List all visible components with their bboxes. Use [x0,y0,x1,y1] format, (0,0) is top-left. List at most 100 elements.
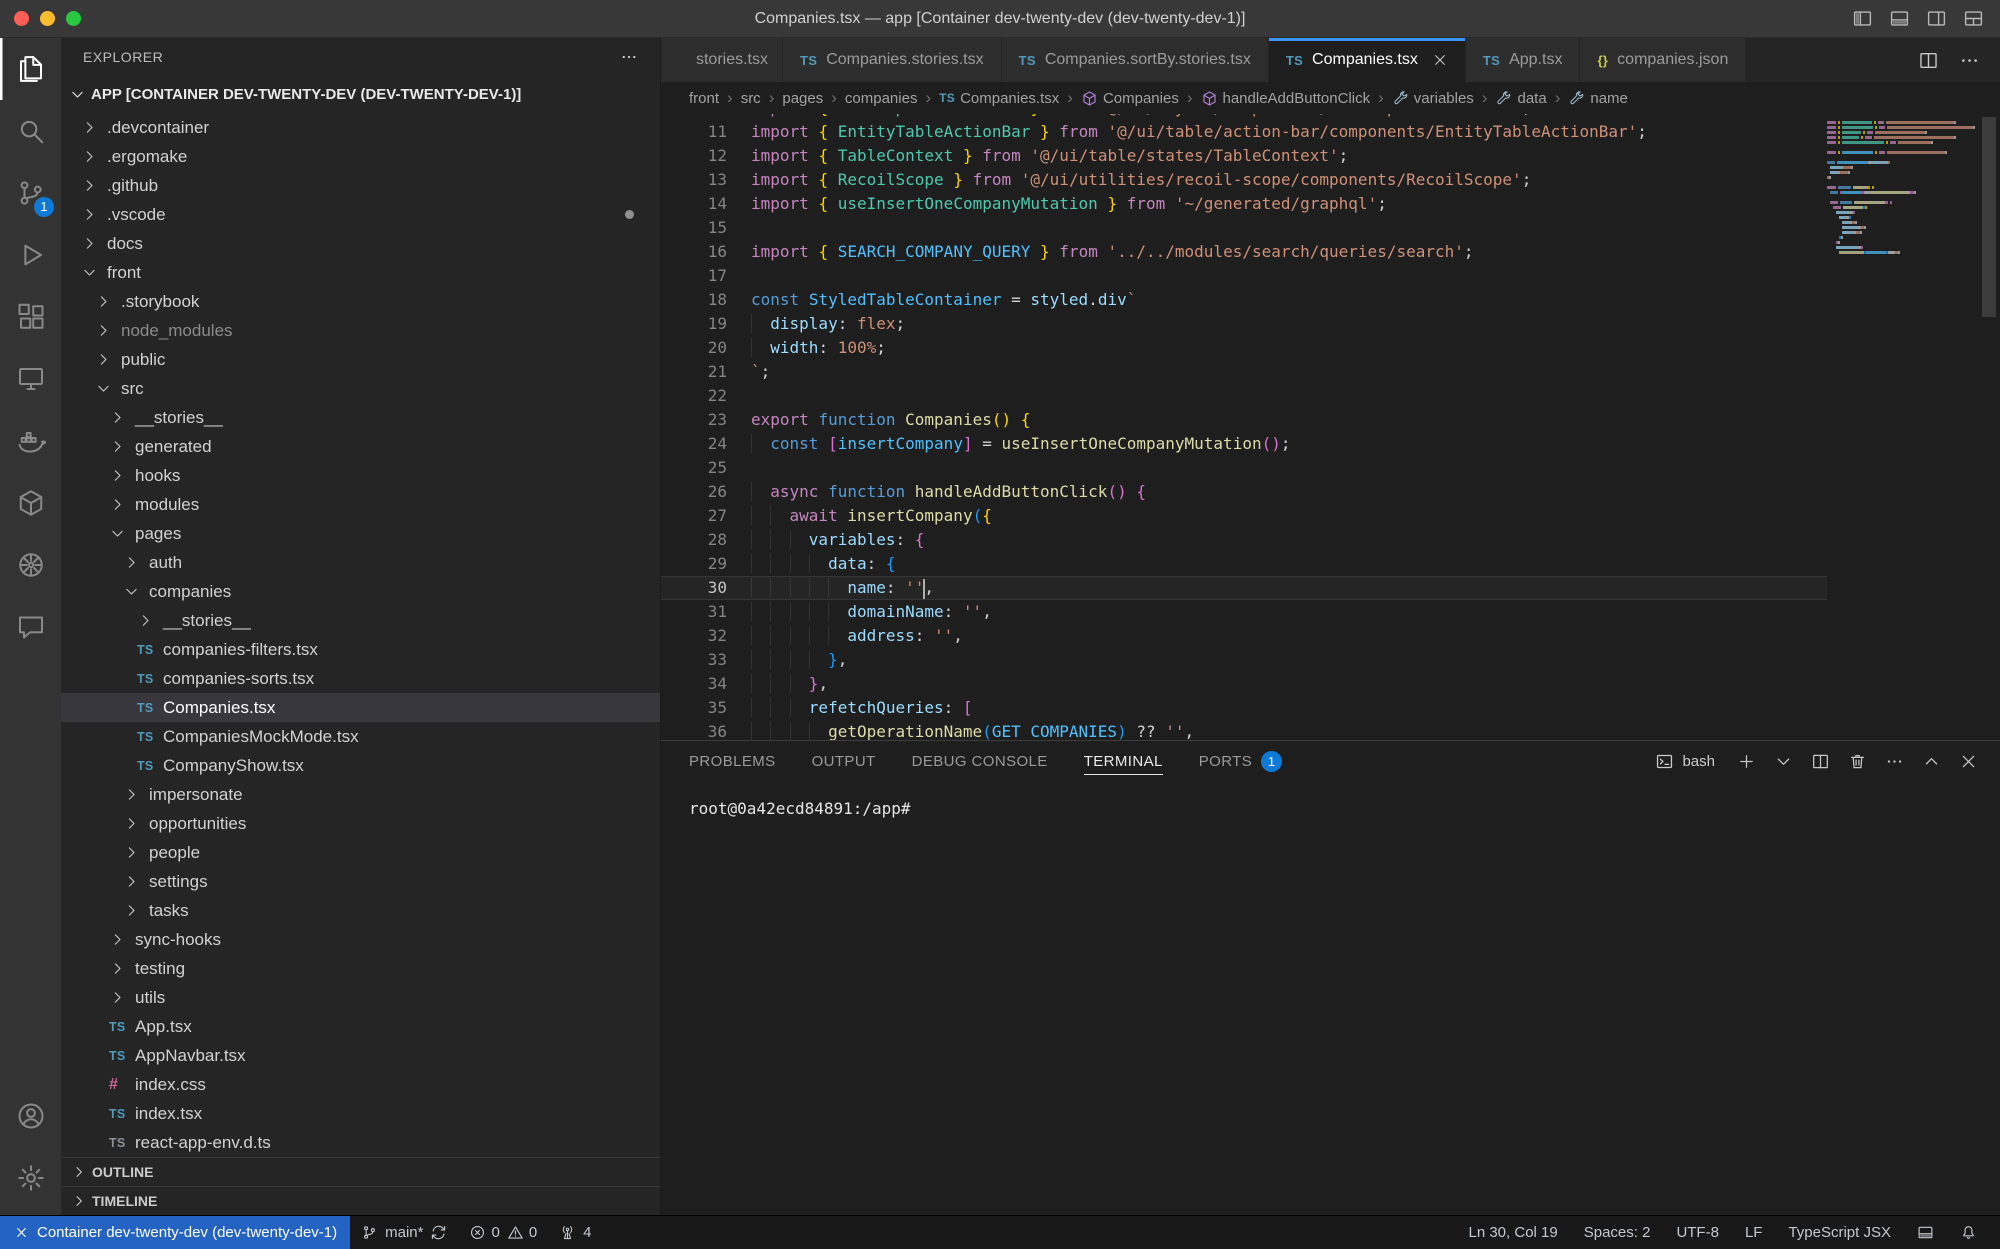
tree-item-index.css[interactable]: #index.css [61,1070,660,1099]
tree-item-sync-hooks[interactable]: sync-hooks [61,925,660,954]
toggle-secondary-sidebar-icon[interactable] [1926,8,1947,29]
breadcrumb-variables[interactable]: variables [1392,90,1474,107]
code-line-19[interactable]: 19 display: flex; [661,312,1827,336]
code-line-20[interactable]: 20 width: 100%; [661,336,1827,360]
customize-layout-icon[interactable] [1963,8,1984,29]
tree-item-Companies.tsx[interactable]: TSCompanies.tsx [61,693,660,722]
tree-item-utils[interactable]: utils [61,983,660,1012]
tree-item-settings[interactable]: settings [61,867,660,896]
close-window-button[interactable] [14,11,29,26]
cursor-position-item[interactable]: Ln 30, Col 19 [1457,1216,1568,1249]
source-control-icon[interactable]: 1 [0,162,61,224]
tree-item-tasks[interactable]: tasks [61,896,660,925]
breadcrumb-handleAddButtonClick[interactable]: handleAddButtonClick [1201,90,1371,107]
tree-item-CompanyShow.tsx[interactable]: TSCompanyShow.tsx [61,751,660,780]
code-line-27[interactable]: 27 await insertCompany({ [661,504,1827,528]
language-mode-item[interactable]: TypeScript JSX [1777,1216,1902,1249]
terminal-shell-selector[interactable]: bash [1655,752,1715,771]
tree-item-generated[interactable]: generated [61,432,660,461]
tree-item-index.tsx[interactable]: TSindex.tsx [61,1099,660,1128]
kill-terminal-icon[interactable] [1848,752,1867,771]
code-line-23[interactable]: 23export function Companies() { [661,408,1827,432]
close-tab-icon[interactable] [1432,52,1448,68]
tab-App.tsx[interactable]: TSApp.tsx [1466,38,1581,82]
code-line-15[interactable]: 15 [661,216,1827,240]
eol-item[interactable]: LF [1734,1216,1774,1249]
breadcrumb-Companies[interactable]: Companies [1081,90,1179,107]
code-area[interactable]: 10import { WithTopBarContainer } from '@… [661,114,1827,740]
breadcrumb-Companies.tsx[interactable]: TSCompanies.tsx [939,90,1059,107]
code-line-33[interactable]: 33 }, [661,648,1827,672]
code-line-14[interactable]: 14import { useInsertOneCompanyMutation }… [661,192,1827,216]
panel-tab-debug-console[interactable]: DEBUG CONSOLE [912,741,1048,781]
code-line-12[interactable]: 12import { TableContext } from '@/ui/tab… [661,144,1827,168]
accounts-icon[interactable] [0,1085,61,1147]
zoom-window-button[interactable] [66,11,81,26]
comments-icon[interactable] [0,596,61,658]
tab-Companies.stories.tsx[interactable]: TSCompanies.stories.tsx [783,38,1002,82]
explorer-more-actions-icon[interactable] [620,48,638,66]
tree-item-hooks[interactable]: hooks [61,461,660,490]
tree-item-auth[interactable]: auth [61,548,660,577]
tree-item-docs[interactable]: docs [61,229,660,258]
tree-item-opportunities[interactable]: opportunities [61,809,660,838]
window-controls[interactable] [14,11,81,26]
code-line-30[interactable]: 30 name: '', [661,576,1827,600]
tree-item-pages[interactable]: pages [61,519,660,548]
workspace-section-header[interactable]: APP [CONTAINER DEV-TWENTY-DEV (DEV-TWENT… [61,76,660,113]
git-branch-item[interactable]: main* [350,1216,458,1249]
tree-item-companies-filters.tsx[interactable]: TScompanies-filters.tsx [61,635,660,664]
code-line-29[interactable]: 29 data: { [661,552,1827,576]
scrollbar-thumb[interactable] [1982,117,1996,317]
timeline-section-header[interactable]: TIMELINE [61,1186,660,1215]
tree-item-.vscode[interactable]: .vscode [61,200,660,229]
forwarded-ports-item[interactable]: 4 [548,1216,602,1249]
minimap[interactable] [1827,114,1977,740]
maximize-panel-icon[interactable] [1922,752,1941,771]
extensions-icon[interactable] [0,286,61,348]
code-line-21[interactable]: 21`; [661,360,1827,384]
toggle-panel-icon[interactable] [1889,8,1910,29]
tree-item-companies[interactable]: companies [61,577,660,606]
tree-item-.ergomake[interactable]: .ergomake [61,142,660,171]
breadcrumb-companies[interactable]: companies [845,90,918,107]
breadcrumb-src[interactable]: src [741,90,761,107]
code-line-22[interactable]: 22 [661,384,1827,408]
tab-stories.tsx[interactable]: stories.tsx [661,38,783,82]
terminal-content[interactable]: root@0a42ecd84891:/app# [661,781,2000,1215]
split-editor-icon[interactable] [1918,50,1939,71]
code-line-32[interactable]: 32 address: '', [661,624,1827,648]
code-line-25[interactable]: 25 [661,456,1827,480]
editor-scrollbar[interactable] [1977,114,2000,740]
code-line-24[interactable]: 24 const [insertCompany] = useInsertOneC… [661,432,1827,456]
panel-tab-output[interactable]: OUTPUT [812,741,876,781]
code-editor[interactable]: 10import { WithTopBarContainer } from '@… [661,114,2000,740]
close-panel-icon[interactable] [1959,752,1978,771]
minimize-window-button[interactable] [40,11,55,26]
explorer-icon[interactable] [0,38,61,100]
tree-item-App.tsx[interactable]: TSApp.tsx [61,1012,660,1041]
code-line-18[interactable]: 18const StyledTableContainer = styled.di… [661,288,1827,312]
code-line-16[interactable]: 16import { SEARCH_COMPANY_QUERY } from '… [661,240,1827,264]
tree-item-modules[interactable]: modules [61,490,660,519]
tab-companies.json[interactable]: {}companies.json [1580,38,1746,82]
run-debug-icon[interactable] [0,224,61,286]
code-line-28[interactable]: 28 variables: { [661,528,1827,552]
tree-item-people[interactable]: people [61,838,660,867]
code-line-17[interactable]: 17 [661,264,1827,288]
encoding-item[interactable]: UTF-8 [1665,1216,1730,1249]
containers-icon[interactable] [0,472,61,534]
panel-tab-ports[interactable]: PORTS1 [1199,741,1282,781]
remote-indicator[interactable]: Container dev-twenty-dev (dev-twenty-dev… [0,1216,350,1249]
breadcrumb-front[interactable]: front [689,90,719,107]
tree-item-node_modules[interactable]: node_modules [61,316,660,345]
tree-item-react-app-env.d.ts[interactable]: TSreact-app-env.d.ts [61,1128,660,1157]
split-terminal-icon[interactable] [1811,752,1830,771]
search-icon[interactable] [0,100,61,162]
panel-more-actions-icon[interactable] [1885,752,1904,771]
code-line-35[interactable]: 35 refetchQueries: [ [661,696,1827,720]
kubernetes-icon[interactable] [0,534,61,596]
docker-icon[interactable] [0,410,61,472]
tree-item-.github[interactable]: .github [61,171,660,200]
tree-item-companies-sorts.tsx[interactable]: TScompanies-sorts.tsx [61,664,660,693]
